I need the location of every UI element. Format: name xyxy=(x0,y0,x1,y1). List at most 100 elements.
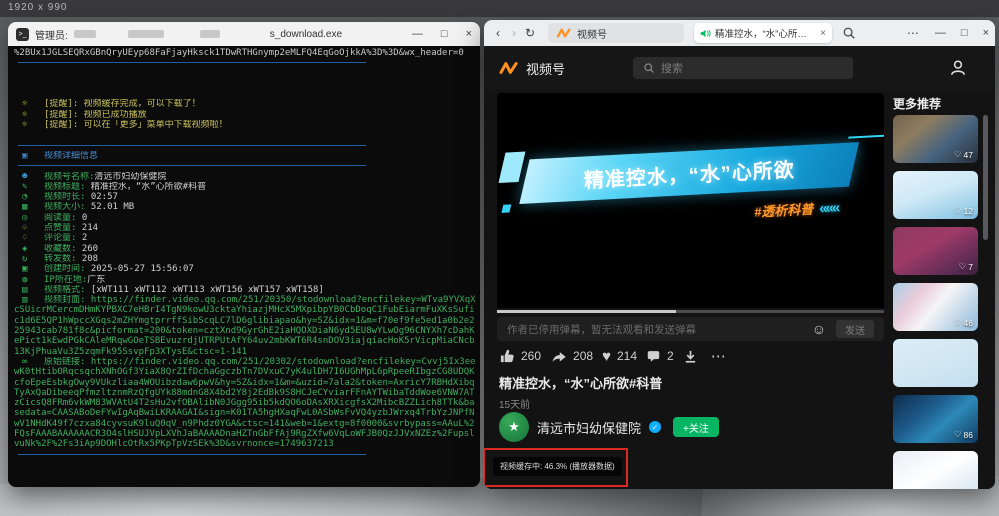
redacted-title-text xyxy=(200,30,220,38)
profile-icon[interactable] xyxy=(949,59,967,77)
terminal-line-text: 25943cab781f8c&picformat=200&token=cztXn… xyxy=(14,326,475,336)
terminal-line: cSUicrMCercmDHmKYPBXC7eHBrI4TgN9kowU3ckt… xyxy=(14,305,480,315)
close-icon[interactable]: × xyxy=(466,29,472,40)
more-actions-icon[interactable]: ⋯ xyxy=(711,347,727,365)
download-button[interactable] xyxy=(683,349,698,364)
comment-count: 2 xyxy=(667,349,674,363)
site-tab-channels[interactable]: 视频号 xyxy=(548,23,684,43)
terminal-line-text: sedata=CAASABoDeFYwIgAqBwiLKRAAGAI&sign=… xyxy=(14,408,475,418)
terminal-line xyxy=(14,450,480,460)
emoji-icon[interactable]: ☺ xyxy=(812,322,826,336)
search-input[interactable]: 搜索 xyxy=(633,57,853,79)
recommended-video-thumbnail[interactable]: ♡12 xyxy=(893,171,978,219)
account-name[interactable]: 清远市妇幼保健院 xyxy=(537,418,641,437)
refresh-icon[interactable]: ↻ xyxy=(522,20,538,46)
terminal-line-icon: ◍ xyxy=(14,275,44,285)
terminal-line-text: zCicsQ8FRm6vkWM83WVAtU4T2sHu2vfOBAlibN0J… xyxy=(14,398,475,408)
video-progress-fill xyxy=(497,310,676,313)
recommended-video-thumbnail[interactable]: ♡7 xyxy=(893,227,978,275)
follow-button[interactable]: +关注 xyxy=(673,417,719,437)
close-icon[interactable]: × xyxy=(983,27,989,39)
terminal-divider xyxy=(18,165,366,166)
terminal-line-text: ePict1kEwdPGkCAleMRqwGOeTSBEvuzrdjUTRPUt… xyxy=(14,336,475,346)
avatar[interactable]: ★ xyxy=(499,412,529,442)
banner-decor-square xyxy=(501,204,511,213)
desktop: 1920 x 990 >_ 管理员: s_download.exe — □ × … xyxy=(0,0,999,516)
app-name: 视频号 xyxy=(526,59,565,78)
video-player[interactable]: 精准控水，“水”心所欲 #透析科普««« xyxy=(497,93,884,308)
terminal-line: ✎视频标题: 精准控水，“水”心所欲#科普 xyxy=(14,182,480,192)
terminal-app-icon: >_ xyxy=(16,28,29,41)
terminal-line: ▤视频格式: [xWT111 xWT112 xWT113 xWT156 xWT1… xyxy=(14,285,480,295)
minimize-icon[interactable]: — xyxy=(412,29,423,40)
recommended-video-thumbnail[interactable]: ♡ xyxy=(893,451,978,489)
terminal-line-icon: ▦ xyxy=(14,202,44,212)
terminal-line-value: https://finder.video.qq.com/251/20350/st… xyxy=(91,295,476,305)
terminal-line: ↻转发数: 208 xyxy=(14,254,480,264)
minimize-icon[interactable]: — xyxy=(935,27,946,39)
terminal-title-exe: s_download.exe xyxy=(270,29,342,40)
comment-icon xyxy=(646,349,661,363)
redacted-title-text xyxy=(128,30,164,38)
terminal-line-text: FQsFAAABAAAAAACR3O4slHSUJVpLXVhJaBAAAADn… xyxy=(14,429,475,439)
terminal-line-icon: ♧ xyxy=(14,223,44,233)
heart-icon: ♡ xyxy=(954,429,962,440)
sidebar-scrollbar[interactable] xyxy=(983,115,988,240)
terminal-line: ◍IP所在地:广东 xyxy=(14,275,480,285)
terminal-line-icon: ▤ xyxy=(14,285,44,295)
terminal-titlebar[interactable]: >_ 管理员: s_download.exe — □ × xyxy=(8,22,480,46)
comment-button[interactable]: 2 xyxy=(646,349,674,363)
forward-icon[interactable]: › xyxy=(506,20,522,46)
recommendations-title: 更多推荐 xyxy=(893,95,941,112)
back-icon[interactable]: ‹ xyxy=(490,20,506,46)
channels-brand[interactable]: 视频号 xyxy=(498,59,565,78)
terminal-line-value: 2025-05-27 15:56:07 xyxy=(91,264,194,274)
terminal-line-label: 视频时长: xyxy=(44,192,91,202)
terminal-line-label: 视频封面: xyxy=(44,295,91,305)
danmaku-input-bar[interactable]: 作者已停用弹幕，暂无法观看和发送弹幕 ☺ 发送 xyxy=(497,317,884,341)
terminal-line: TyAxQaDibeeqPfmzltznmRzQfgUYk88mdnG8X4bd… xyxy=(14,388,480,398)
share-button[interactable]: 208 xyxy=(550,348,593,364)
share-count: 208 xyxy=(573,349,593,363)
terminal-line: sedata=CAASABoDeFYwIgAqBwiLKRAAGAI&sign=… xyxy=(14,408,480,418)
terminal-line: wK0tHtibORqcsqchXNhOGf3YiaX8QrZIfDchaGgc… xyxy=(14,367,480,377)
recommended-video-thumbnail[interactable]: ♡47 xyxy=(893,115,978,163)
terminal-line: ☻视频号名称:清远市妇幼保健院 xyxy=(14,172,480,182)
send-button[interactable]: 发送 xyxy=(836,320,874,338)
terminal-line: ♢评论量: 2 xyxy=(14,233,480,243)
maximize-icon[interactable]: □ xyxy=(961,27,968,39)
cache-progress-tooltip: 视频缓存中: 46.3% (播放器数据) xyxy=(493,457,622,476)
terminal-divider xyxy=(18,454,366,455)
terminal-line-icon: ☼ xyxy=(14,120,44,130)
video-banner: 精准控水，“水”心所欲 #透析科普««« xyxy=(523,142,856,233)
recommended-video-thumbnail[interactable]: ♡86 xyxy=(893,395,978,443)
terminal-line-icon: ▣ xyxy=(14,264,44,274)
tab-close-icon[interactable]: × xyxy=(820,28,826,39)
terminal-line: ∞原始链接: https://finder.video.qq.com/251/2… xyxy=(14,357,480,367)
recommended-video-thumbnail[interactable]: ♡46 xyxy=(893,283,978,331)
browser-more-icon[interactable]: ⋯ xyxy=(907,26,920,40)
terminal-line xyxy=(14,69,480,79)
terminal-line-label: IP所在地: xyxy=(44,275,87,285)
titlebar-search-icon[interactable] xyxy=(842,26,864,40)
like-button[interactable]: 260 xyxy=(499,348,541,364)
video-progress-bar[interactable] xyxy=(497,310,884,313)
thumbnail-like-count: ♡86 xyxy=(954,429,973,440)
favorite-button[interactable]: ♥ 214 xyxy=(602,349,637,364)
active-video-tab[interactable]: 精准控水，“水”心所欲#科普 × xyxy=(694,23,832,43)
heart-icon: ♡ xyxy=(954,317,962,328)
terminal-line-text: [提醒]: 视频已成功播放 xyxy=(44,110,147,120)
recommended-video-thumbnail[interactable]: ♡ xyxy=(893,339,978,387)
terminal-line: ▦视频大小: 52.01 MB xyxy=(14,202,480,212)
terminal-line xyxy=(14,161,480,171)
viewer-top-strip: 1920 x 990 xyxy=(0,0,999,17)
terminal-divider xyxy=(18,62,366,63)
browser-titlebar[interactable]: ‹ › ↻ 视频号 精准控水，“水”心所欲#科普 × ⋯ — □ × xyxy=(484,20,995,46)
banner-title: 精准控水，“水”心所欲 xyxy=(523,142,855,203)
heart-icon: ♡ xyxy=(954,149,962,160)
search-icon xyxy=(643,62,655,74)
maximize-icon[interactable]: □ xyxy=(441,29,448,40)
terminal-line-icon: ▥ xyxy=(14,295,44,305)
terminal-line-label: 收藏数: xyxy=(44,244,82,254)
terminal-line-text: [提醒]: 可以在「更多」菜单中下载视频啦！ xyxy=(44,120,228,130)
